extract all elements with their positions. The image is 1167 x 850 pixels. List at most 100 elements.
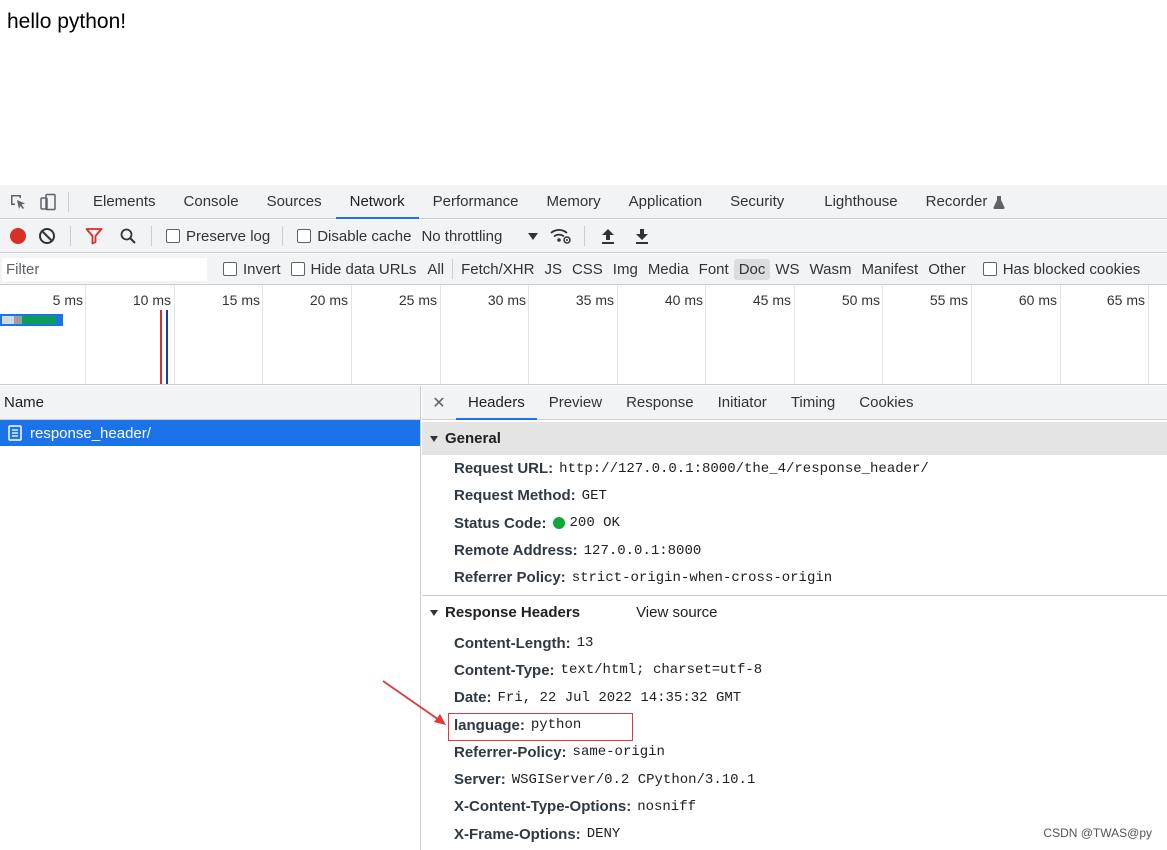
header-key: Content-Type:	[454, 661, 555, 679]
checkbox-box[interactable]	[223, 262, 237, 276]
filter-type-ws[interactable]: WS	[770, 259, 804, 280]
header-key: language:	[454, 716, 525, 734]
header-value: Fri, 22 Jul 2022 14:35:32 GMT	[497, 689, 742, 706]
checkbox-box[interactable]	[290, 262, 305, 276]
tick-label: 15 ms	[221, 292, 260, 308]
hide-data-urls-label: Hide data URLs	[310, 260, 417, 278]
filter-type-font[interactable]: Font	[694, 259, 734, 280]
preserve-log-checkbox[interactable]: Preserve log	[166, 228, 270, 245]
grid-line	[1060, 285, 1061, 384]
tab-cookies[interactable]: Cookies	[847, 386, 925, 419]
tick-label: 55 ms	[929, 292, 968, 308]
tab-security[interactable]: Security	[716, 185, 798, 218]
throttling-value: No throttling	[421, 227, 503, 245]
tab-network[interactable]: Network	[335, 185, 419, 219]
dom-content-loaded-marker	[166, 310, 168, 384]
view-source-link[interactable]: View source	[636, 604, 717, 621]
clear-icon[interactable]	[30, 220, 64, 253]
filter-input[interactable]: Filter	[2, 257, 207, 281]
tab-response[interactable]: Response	[614, 386, 706, 419]
header-key: Remote Address:	[454, 542, 578, 560]
header-key: Request URL:	[454, 460, 554, 478]
checkbox-box[interactable]	[982, 262, 997, 276]
filter-type-doc[interactable]: Doc	[733, 258, 771, 280]
filter-type-css[interactable]: CSS	[567, 259, 608, 280]
has-blocked-cookies-checkbox[interactable]: Has blocked cookies	[982, 261, 1140, 278]
checkbox-box[interactable]	[166, 229, 180, 243]
tick-label: 5 ms	[52, 292, 83, 308]
tab-lighthouse[interactable]: Lighthouse	[810, 185, 911, 218]
network-overview-timeline[interactable]: 5 ms 10 ms 15 ms 20 ms 25 ms 30 ms 35 ms…	[0, 285, 1167, 385]
filter-type-js[interactable]: JS	[539, 259, 567, 280]
filter-type-media[interactable]: Media	[643, 259, 694, 280]
inspect-element-icon[interactable]	[6, 185, 30, 219]
export-har-icon[interactable]	[625, 220, 659, 253]
grid-line	[440, 285, 441, 384]
response-headers-title: Response Headers	[445, 604, 581, 622]
grid-line	[85, 285, 86, 384]
disable-cache-label: Disable cache	[317, 227, 412, 245]
throttling-select[interactable]: No throttling	[421, 227, 539, 245]
filter-icon[interactable]	[77, 220, 111, 253]
tick-label: 65 ms	[1106, 292, 1145, 308]
invert-checkbox[interactable]: Invert	[223, 261, 281, 278]
header-row-status-code: Status Code: 200 OK	[422, 510, 1167, 537]
disable-cache-checkbox[interactable]: Disable cache	[297, 228, 411, 245]
header-key: Request Method:	[454, 487, 576, 505]
filter-type-img[interactable]: Img	[608, 259, 643, 280]
name-column-header[interactable]: Name	[0, 386, 420, 420]
response-header-row: Date: Fri, 22 Jul 2022 14:35:32 GMT	[422, 684, 1167, 711]
request-waterfall-bar	[0, 314, 63, 326]
checkbox-box[interactable]	[297, 229, 312, 243]
invert-label: Invert	[243, 260, 281, 278]
filter-type-other[interactable]: Other	[923, 259, 971, 280]
tick-label: 45 ms	[752, 292, 791, 308]
devtools-panel: Elements Console Sources Network Perform…	[0, 185, 1167, 850]
grid-line	[617, 285, 618, 384]
import-har-icon[interactable]	[591, 220, 625, 253]
tab-console[interactable]: Console	[170, 185, 253, 218]
tab-initiator[interactable]: Initiator	[706, 386, 779, 419]
network-toolbar: Preserve log Disable cache No throttling	[0, 220, 1167, 253]
hide-data-urls-checkbox[interactable]: Hide data URLs	[290, 260, 417, 278]
response-header-row: X-Content-Type-Options: nosniff	[422, 793, 1167, 820]
toolbar-divider	[151, 226, 152, 246]
tab-sources[interactable]: Sources	[253, 185, 336, 218]
response-headers-section-header[interactable]: Response Headers View source	[422, 596, 1167, 629]
request-row[interactable]: response_header/	[0, 420, 420, 446]
grid-line	[705, 285, 706, 384]
tab-memory[interactable]: Memory	[533, 185, 615, 218]
filter-type-all[interactable]: All	[422, 259, 449, 280]
tick-label: 30 ms	[487, 292, 526, 308]
tab-elements[interactable]: Elements	[79, 185, 170, 218]
filter-type-wasm[interactable]: Wasm	[805, 259, 857, 280]
detail-tabbar: ✕ Headers Preview Response Initiator Tim…	[422, 386, 1167, 420]
general-section-header[interactable]: General	[422, 422, 1167, 455]
watermark: CSDN @TWAS@py	[1043, 826, 1152, 840]
header-key: Referrer-Policy:	[454, 743, 567, 761]
record-icon[interactable]	[6, 220, 30, 253]
tab-timing[interactable]: Timing	[779, 386, 847, 419]
tab-recorder-label: Recorder	[925, 193, 988, 210]
header-row-request-url: Request URL: http://127.0.0.1:8000/the_4…	[422, 455, 1167, 482]
tab-recorder[interactable]: Recorder	[912, 185, 1020, 218]
filter-type-fetch-xhr[interactable]: Fetch/XHR	[456, 259, 539, 280]
tick-label: 50 ms	[841, 292, 880, 308]
network-conditions-icon[interactable]	[544, 220, 578, 253]
header-value: GET	[581, 487, 607, 504]
search-icon[interactable]	[111, 220, 145, 253]
grid-line	[262, 285, 263, 384]
header-value: 127.0.0.1:8000	[583, 542, 702, 559]
tab-application[interactable]: Application	[615, 185, 716, 218]
device-toolbar-icon[interactable]	[36, 185, 60, 219]
request-name: response_header/	[30, 424, 151, 442]
close-icon[interactable]: ✕	[422, 386, 456, 419]
tab-preview[interactable]: Preview	[537, 386, 614, 419]
tab-performance[interactable]: Performance	[419, 185, 533, 218]
response-header-row: Referrer-Policy: same-origin	[422, 739, 1167, 766]
header-value: DENY	[586, 826, 621, 843]
tab-headers[interactable]: Headers	[456, 386, 537, 420]
filter-type-manifest[interactable]: Manifest	[857, 259, 924, 280]
response-header-row: language: python	[422, 711, 1167, 738]
expand-triangle-icon	[430, 435, 438, 442]
